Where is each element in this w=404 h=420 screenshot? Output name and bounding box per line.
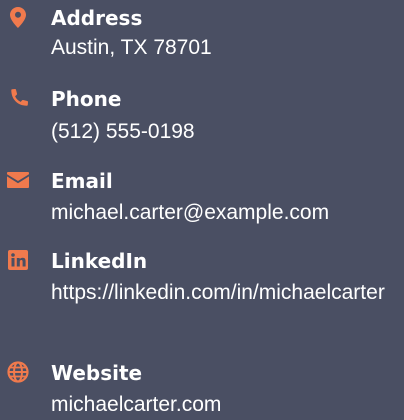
address-label: Address: [51, 6, 143, 30]
email-label: Email: [51, 169, 113, 193]
phone-value[interactable]: (512) 555-0198: [51, 116, 401, 147]
phone-icon: [7, 87, 29, 109]
map-pin-icon: [7, 6, 29, 28]
website-label: Website: [51, 361, 143, 385]
phone-label: Phone: [51, 87, 122, 111]
envelope-icon: [7, 169, 29, 191]
linkedin-icon: [7, 249, 29, 271]
globe-icon: [7, 361, 29, 383]
address-value: Austin, TX 78701: [51, 36, 212, 59]
email-value[interactable]: michael.carter@example.com: [51, 197, 401, 228]
contact-info-list: Address Austin, TX 78701 Phone (512) 555…: [0, 0, 404, 418]
linkedin-label: LinkedIn: [51, 249, 148, 273]
linkedin-value[interactable]: https://linkedin.com/in/michaelcarter: [51, 277, 401, 308]
website-value[interactable]: michaelcarter.com: [51, 389, 401, 420]
